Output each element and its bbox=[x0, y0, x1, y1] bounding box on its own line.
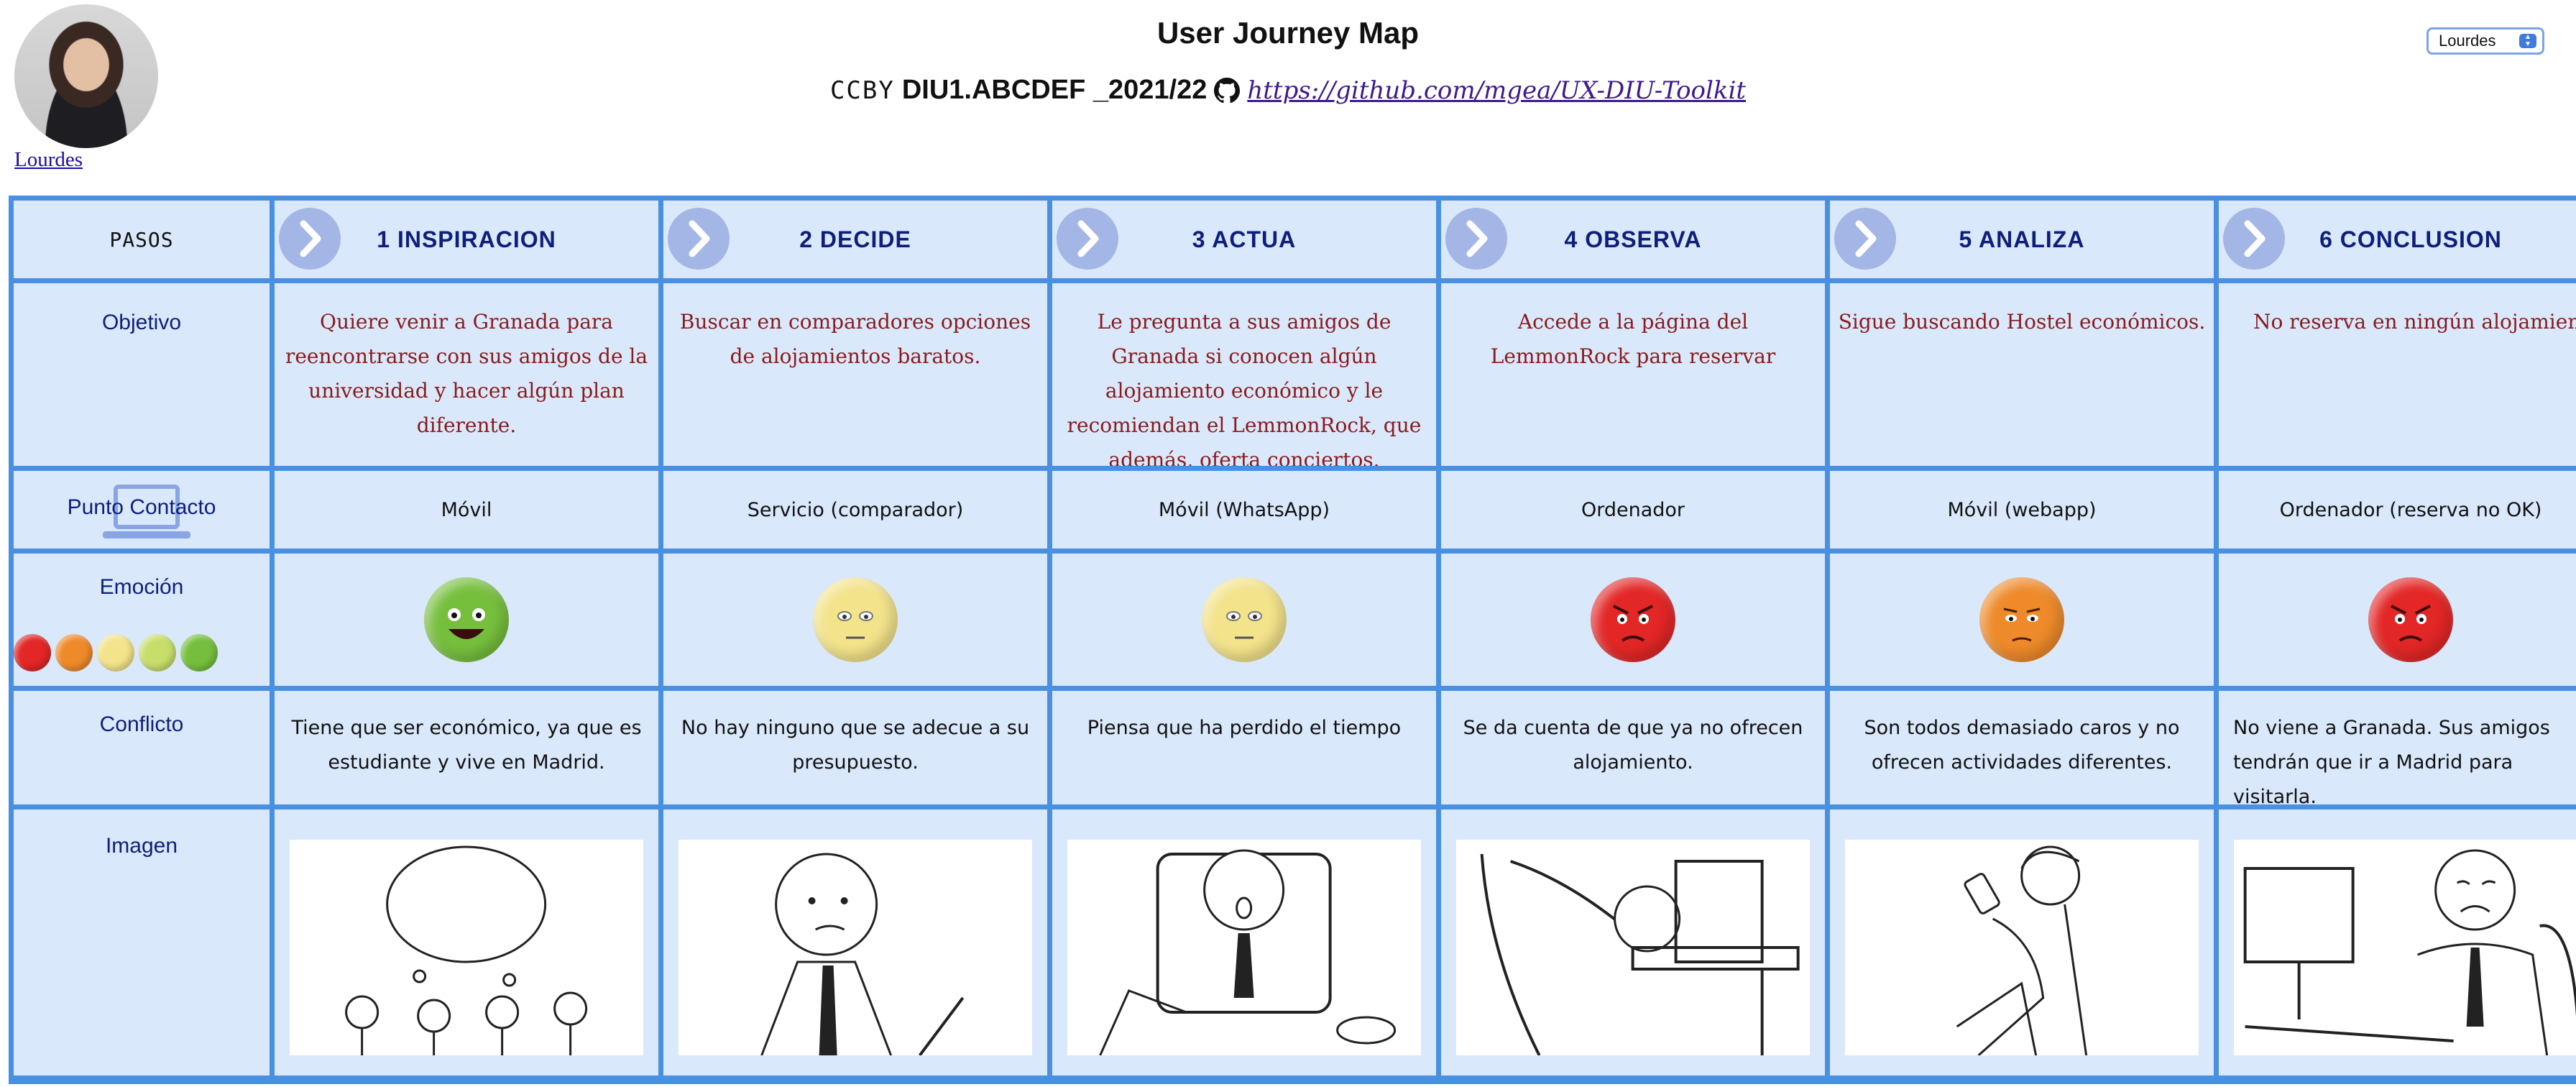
objective-text: Buscar en comparadores opciones de aloja… bbox=[663, 283, 1047, 466]
man-in-chair-illustration bbox=[1067, 840, 1421, 1056]
step-label: 6 CONCLUSION bbox=[2319, 226, 2502, 252]
step-label: 4 OBSERVA bbox=[1564, 226, 1702, 252]
emotion-cell bbox=[1830, 554, 2214, 686]
contact-point: Ordenador bbox=[1441, 471, 1825, 549]
objective-text: Quiere venir a Granada para reencontrars… bbox=[275, 283, 658, 466]
row-label-contacto: Punto Contacto bbox=[14, 471, 270, 549]
chevron-right-icon[interactable] bbox=[668, 208, 730, 270]
page-title: User Journey Map bbox=[1156, 16, 1420, 50]
emotion-scale bbox=[14, 634, 218, 671]
step-label: 5 ANALIZA bbox=[1959, 226, 2085, 252]
annoyed-face-icon bbox=[1979, 577, 2064, 662]
angry-face-icon bbox=[2368, 577, 2453, 662]
journey-grid: PASOS 1 INSPIRACION 2 DECIDE 3 ACTUA 4 O… bbox=[9, 196, 2576, 1084]
course-code: DIU1.ABCDEF _2021/22 bbox=[901, 75, 1208, 105]
step-illustration bbox=[1441, 809, 1825, 1075]
step-illustration bbox=[1052, 809, 1436, 1075]
contact-point: Móvil (WhatsApp) bbox=[1052, 471, 1436, 549]
contact-point: Ordenador (reserva no OK) bbox=[2219, 471, 2576, 549]
row-label-emocion: Emoción bbox=[14, 554, 270, 686]
conflict-text: No hay ninguno que se adecue a su presup… bbox=[663, 691, 1047, 804]
neutral-face-icon bbox=[1202, 577, 1287, 662]
objective-text: Sigue buscando Hostel económicos. bbox=[1830, 283, 2214, 466]
conflict-text: Se da cuenta de que ya no ofrecen alojam… bbox=[1441, 691, 1825, 804]
angry-face-icon bbox=[14, 634, 51, 671]
emotion-cell bbox=[663, 554, 1047, 686]
objective-text: No reserva en ningún alojamiento. bbox=[2219, 283, 2576, 466]
neutral-face-icon bbox=[97, 634, 134, 671]
crying-at-computer-illustration bbox=[2234, 840, 2576, 1056]
happy-face-icon bbox=[180, 634, 218, 671]
step-label: 3 ACTUA bbox=[1192, 226, 1297, 252]
row-label-conflicto: Conflicto bbox=[14, 691, 270, 804]
emocion-label: Emoción bbox=[99, 575, 184, 599]
emotion-cell bbox=[275, 554, 658, 686]
step-header: 4 OBSERVA bbox=[1441, 201, 1825, 278]
persona-link[interactable]: Lourdes bbox=[14, 148, 83, 172]
row-label-pasos: PASOS bbox=[14, 201, 270, 278]
chevron-right-icon[interactable] bbox=[279, 208, 341, 270]
objective-text: Le pregunta a sus amigos de Granada si c… bbox=[1052, 283, 1436, 466]
conflict-text: Piensa que ha perdido el tiempo bbox=[1052, 691, 1436, 804]
step-header: 3 ACTUA bbox=[1052, 201, 1436, 278]
slightly-happy-face-icon bbox=[139, 634, 176, 671]
chevron-right-icon[interactable] bbox=[1057, 208, 1118, 270]
pasos-text: PASOS bbox=[109, 227, 174, 252]
conflict-text: Tiene que ser económico, ya que es estud… bbox=[275, 691, 658, 804]
step-illustration bbox=[663, 809, 1047, 1075]
step-header: 2 DECIDE bbox=[663, 201, 1047, 278]
license-label: CCBY bbox=[829, 75, 895, 105]
select-arrows-icon: ▲ ▼ bbox=[2519, 34, 2536, 48]
persona-select-value: Lourdes bbox=[2439, 32, 2496, 50]
row-label-imagen: Imagen bbox=[14, 809, 270, 1075]
angry-face-icon bbox=[1591, 577, 1675, 662]
repo-link[interactable]: https://github.com/mgea/UX-DIU-Toolkit bbox=[1247, 76, 1746, 105]
frustrated-at-computer-illustration bbox=[1456, 840, 1810, 1056]
step-header: 1 INSPIRACION bbox=[275, 201, 658, 278]
step-header: 6 CONCLUSION bbox=[2219, 201, 2576, 278]
step-illustration bbox=[2219, 809, 2576, 1075]
thinking-friends-illustration bbox=[290, 840, 643, 1055]
chevron-right-icon[interactable] bbox=[2223, 208, 2285, 270]
contact-point: Móvil bbox=[275, 471, 658, 549]
contact-point: Servicio (comparador) bbox=[663, 471, 1047, 549]
emotion-cell bbox=[1441, 554, 1825, 686]
step-illustration bbox=[275, 809, 658, 1075]
annoyed-face-icon bbox=[55, 634, 93, 671]
chevron-right-icon[interactable] bbox=[1445, 208, 1507, 270]
emotion-cell bbox=[1052, 554, 1436, 686]
happy-face-icon bbox=[424, 577, 509, 662]
row-label-objetivo: Objetivo bbox=[14, 283, 270, 466]
step-label: 1 INSPIRACION bbox=[377, 226, 556, 252]
persona-select[interactable]: Lourdes ▲ ▼ bbox=[2426, 27, 2544, 55]
chevron-right-icon[interactable] bbox=[1834, 208, 1896, 270]
subtitle-bar: CCBY DIU1.ABCDEF _2021/22 https://github… bbox=[0, 75, 2576, 106]
contacto-label: Punto Contacto bbox=[67, 495, 216, 519]
neutral-face-icon bbox=[813, 577, 898, 662]
objective-text: Accede a la página del LemmonRock para r… bbox=[1441, 283, 1825, 466]
contact-point: Móvil (webapp) bbox=[1830, 471, 2214, 549]
woman-with-phone-illustration bbox=[1845, 840, 2199, 1057]
conflict-text: Son todos demasiado caros y no ofrecen a… bbox=[1830, 691, 2214, 804]
step-label: 2 DECIDE bbox=[799, 226, 911, 252]
emotion-cell bbox=[2219, 554, 2576, 686]
doubtful-man-illustration bbox=[678, 840, 1032, 1057]
step-header: 5 ANALIZA bbox=[1830, 201, 2214, 278]
conflict-text: No viene a Granada. Sus amigos tendrán q… bbox=[2219, 691, 2576, 804]
step-illustration bbox=[1830, 809, 2214, 1075]
github-icon bbox=[1214, 77, 1241, 104]
